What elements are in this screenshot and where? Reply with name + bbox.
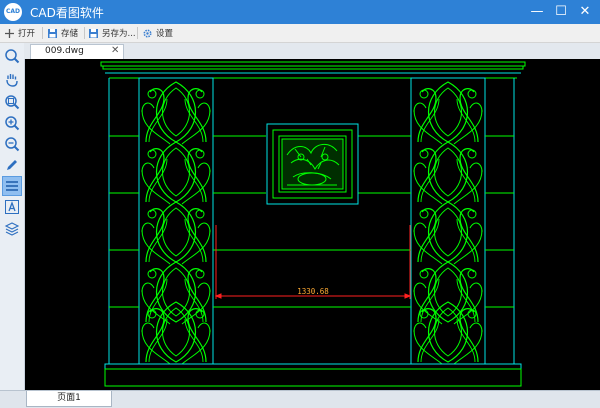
document-tab[interactable]: 009.dwg ✕ <box>30 44 124 60</box>
document-tab-label: 009.dwg <box>45 46 84 56</box>
pan-hand-icon[interactable] <box>3 70 21 88</box>
zoom-in-icon[interactable] <box>3 114 21 132</box>
drawing-canvas[interactable]: 1330.68 <box>25 59 600 390</box>
settings-label: 设置 <box>156 29 174 39</box>
maximize-button[interactable]: ☐ <box>551 3 571 21</box>
plus-icon <box>5 28 14 38</box>
zoom-icon[interactable] <box>3 47 21 65</box>
toolbar-divider <box>137 27 138 39</box>
pen-icon[interactable] <box>3 156 21 174</box>
tool-sidebar <box>0 43 25 390</box>
zoom-out-icon[interactable] <box>3 135 21 153</box>
tab-close-icon[interactable]: ✕ <box>111 45 119 56</box>
zoom-window-icon[interactable] <box>3 93 21 111</box>
app-window: CAD CAD看图软件 — ☐ ✕ 打开 存储 另存为... 设置 009.dw… <box>0 0 600 408</box>
app-title: CAD看图软件 <box>30 6 104 20</box>
save-button[interactable]: 存储 <box>47 26 78 40</box>
open-button[interactable]: 打开 <box>4 26 35 40</box>
open-label: 打开 <box>18 29 36 39</box>
save-icon <box>48 28 57 38</box>
save-as-button[interactable]: 另存为... <box>88 26 136 40</box>
minimize-button[interactable]: — <box>527 3 547 21</box>
save-as-label: 另存为... <box>102 29 136 39</box>
gear-icon <box>143 28 152 38</box>
page-tab[interactable]: 页面1 <box>26 391 112 407</box>
page-tab-bar: 页面1 <box>0 390 600 408</box>
save-as-icon <box>89 28 98 38</box>
title-bar[interactable]: CAD CAD看图软件 — ☐ ✕ <box>0 0 600 24</box>
cad-drawing: 1330.68 <box>100 61 526 387</box>
app-logo-icon: CAD <box>4 3 22 21</box>
dimension-label: 1330.68 <box>297 287 329 296</box>
close-button[interactable]: ✕ <box>575 3 595 21</box>
toolbar-divider <box>42 27 43 39</box>
text-icon[interactable] <box>3 198 21 216</box>
toolbar-divider <box>84 27 85 39</box>
save-label: 存储 <box>61 29 79 39</box>
layer-stack-icon[interactable] <box>3 219 21 237</box>
main-toolbar: 打开 存储 另存为... 设置 <box>0 24 600 43</box>
settings-button[interactable]: 设置 <box>142 26 173 40</box>
layers-icon[interactable] <box>2 176 22 196</box>
document-tab-bar: 009.dwg ✕ <box>24 43 600 60</box>
